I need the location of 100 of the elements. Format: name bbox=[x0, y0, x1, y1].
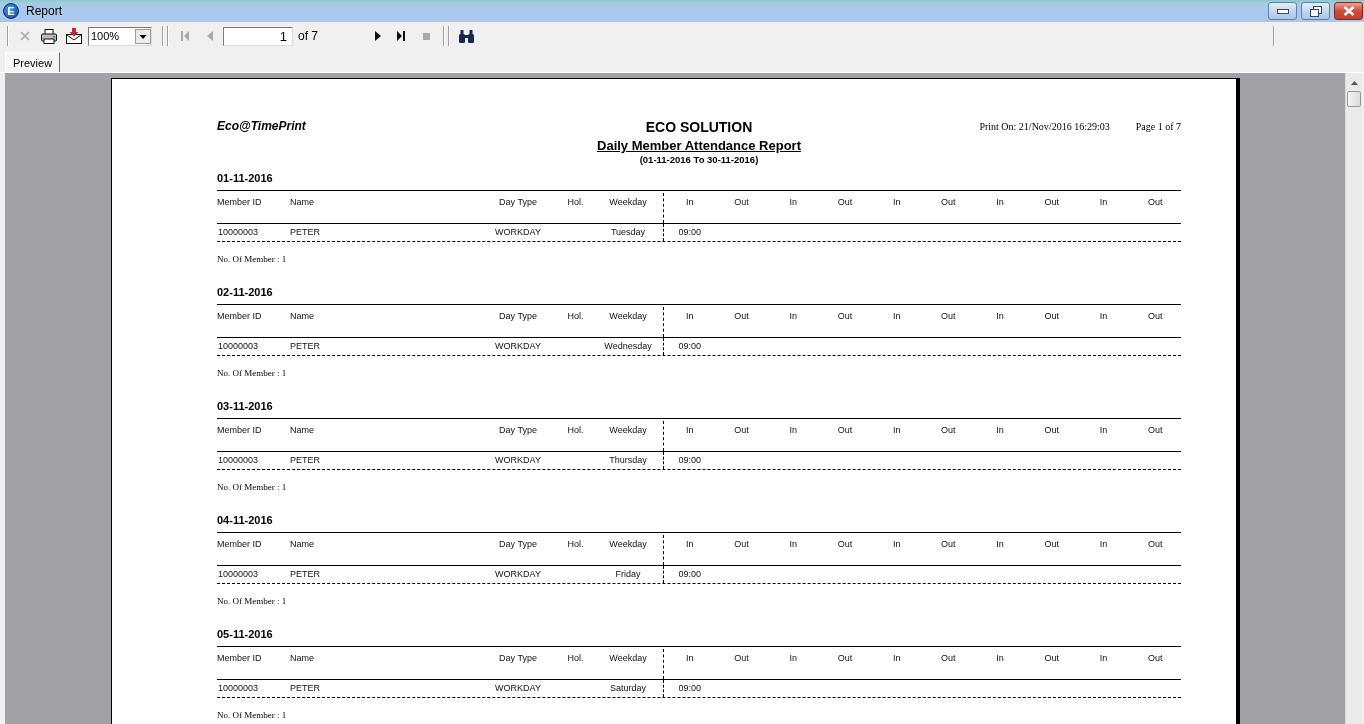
table-cell-text: PETER bbox=[290, 226, 320, 239]
member-count: No. Of Member : 1 bbox=[217, 253, 287, 265]
column-header: In bbox=[892, 310, 901, 322]
table-cell-text: 10000003 bbox=[217, 568, 259, 581]
table-cell-text: Saturday bbox=[610, 682, 646, 695]
column-header: In bbox=[996, 652, 1004, 664]
table-cell-text: PETER bbox=[290, 568, 320, 581]
stop-icon bbox=[422, 32, 430, 40]
column-header: Out bbox=[1147, 196, 1163, 208]
column-header: Member ID bbox=[217, 538, 262, 550]
last-page-icon bbox=[397, 31, 405, 41]
table-cell-text: 09:00 bbox=[678, 454, 702, 467]
column-header: Member ID bbox=[217, 652, 262, 664]
binoculars-icon bbox=[458, 29, 474, 43]
column-header: Out bbox=[1044, 424, 1059, 436]
window-close-button[interactable] bbox=[1334, 2, 1363, 20]
column-header: Weekday bbox=[609, 424, 647, 436]
column-header: In bbox=[1099, 538, 1108, 550]
brand-name: Eco@TimePrint bbox=[217, 119, 306, 134]
column-header: In bbox=[996, 196, 1004, 208]
column-header: Out bbox=[837, 424, 853, 436]
section-date: 04-11-2016 bbox=[217, 514, 273, 527]
column-header: Hol. bbox=[567, 652, 584, 664]
column-header: Weekday bbox=[609, 538, 647, 550]
column-header: Member ID bbox=[217, 196, 262, 208]
column-header: Out bbox=[734, 652, 749, 664]
column-header: Out bbox=[1147, 538, 1163, 550]
column-header: Day Type bbox=[499, 196, 537, 208]
column-header: Out bbox=[941, 196, 956, 208]
previous-page-icon bbox=[207, 31, 213, 41]
column-header: Out bbox=[1147, 652, 1163, 664]
column-header: Out bbox=[1147, 310, 1163, 322]
print-date: Print On: 21/Nov/2016 16:29:03 bbox=[979, 120, 1110, 133]
column-header: In bbox=[1099, 652, 1108, 664]
table-cell-text: 10000003 bbox=[217, 454, 259, 467]
table-cell-text: WORKDAY bbox=[495, 568, 541, 581]
column-header: Out bbox=[941, 424, 956, 436]
app-logo: E bbox=[3, 3, 19, 19]
page-number: Page 1 of 7 bbox=[1135, 120, 1181, 133]
column-header: Hol. bbox=[567, 310, 584, 322]
column-header: Out bbox=[1044, 538, 1059, 550]
table-cell-text: WORKDAY bbox=[495, 340, 541, 353]
report-title: Daily Member Attendance Report bbox=[597, 137, 801, 154]
column-header: In bbox=[789, 196, 797, 208]
column-header: Name bbox=[290, 652, 314, 664]
minimize-button[interactable] bbox=[1268, 2, 1297, 20]
column-header: Out bbox=[941, 310, 956, 322]
table-cell-text: Wednesday bbox=[604, 340, 652, 353]
column-header: In bbox=[892, 196, 901, 208]
column-header: Name bbox=[290, 424, 314, 436]
table-cell-text: 10000003 bbox=[217, 682, 259, 695]
company-name: ECO SOLUTION bbox=[645, 119, 753, 136]
section-date: 03-11-2016 bbox=[217, 400, 273, 413]
column-header: In bbox=[789, 424, 797, 436]
column-header: Out bbox=[734, 538, 749, 550]
column-header: Day Type bbox=[499, 310, 537, 322]
column-header: Out bbox=[1044, 196, 1059, 208]
table-cell-text: 09:00 bbox=[678, 568, 702, 581]
table-cell-text: 09:00 bbox=[678, 340, 702, 353]
table-cell-text: PETER bbox=[290, 682, 320, 695]
next-page-icon bbox=[375, 31, 381, 41]
column-header: Hol. bbox=[567, 196, 584, 208]
table-cell-text: 09:00 bbox=[678, 226, 702, 239]
table-cell-text: Friday bbox=[615, 568, 641, 581]
section-date: 01-11-2016 bbox=[217, 172, 273, 185]
column-header: Name bbox=[290, 310, 314, 322]
column-header: Out bbox=[941, 652, 956, 664]
column-header: Weekday bbox=[609, 310, 647, 322]
column-header: Day Type bbox=[499, 538, 537, 550]
restore-button[interactable] bbox=[1301, 2, 1330, 20]
column-header: Member ID bbox=[217, 424, 262, 436]
column-header: Member ID bbox=[217, 310, 262, 322]
member-count: No. Of Member : 1 bbox=[217, 595, 287, 607]
column-header: Hol. bbox=[567, 424, 584, 436]
table-cell-text: PETER bbox=[290, 454, 320, 467]
scroll-up-icon[interactable] bbox=[1350, 81, 1358, 85]
close-icon bbox=[20, 31, 30, 41]
table-cell-text: 09:00 bbox=[678, 682, 702, 695]
table-cell-text: WORKDAY bbox=[495, 226, 541, 239]
column-header: In bbox=[1099, 310, 1108, 322]
section-date: 02-11-2016 bbox=[217, 286, 273, 299]
window-title: Report bbox=[26, 3, 63, 19]
export-button[interactable] bbox=[63, 25, 85, 47]
page-field[interactable]: 1 bbox=[223, 26, 293, 46]
scrollbar-thumb[interactable] bbox=[1347, 91, 1361, 107]
table-cell-text: WORKDAY bbox=[495, 454, 541, 467]
column-header: Out bbox=[837, 310, 853, 322]
zoom-select[interactable]: 100% bbox=[88, 26, 152, 46]
column-header: In bbox=[789, 310, 797, 322]
column-header: In bbox=[686, 538, 694, 550]
column-header: In bbox=[892, 652, 901, 664]
minimize-icon bbox=[1276, 8, 1289, 14]
column-header: Name bbox=[290, 538, 314, 550]
column-header: Out bbox=[734, 424, 749, 436]
column-header: Out bbox=[1147, 424, 1163, 436]
table-cell-text: 10000003 bbox=[217, 226, 259, 239]
column-header: In bbox=[1099, 424, 1108, 436]
column-header: In bbox=[686, 652, 694, 664]
column-header: Weekday bbox=[609, 196, 647, 208]
tab[interactable]: Preview bbox=[5, 52, 61, 72]
